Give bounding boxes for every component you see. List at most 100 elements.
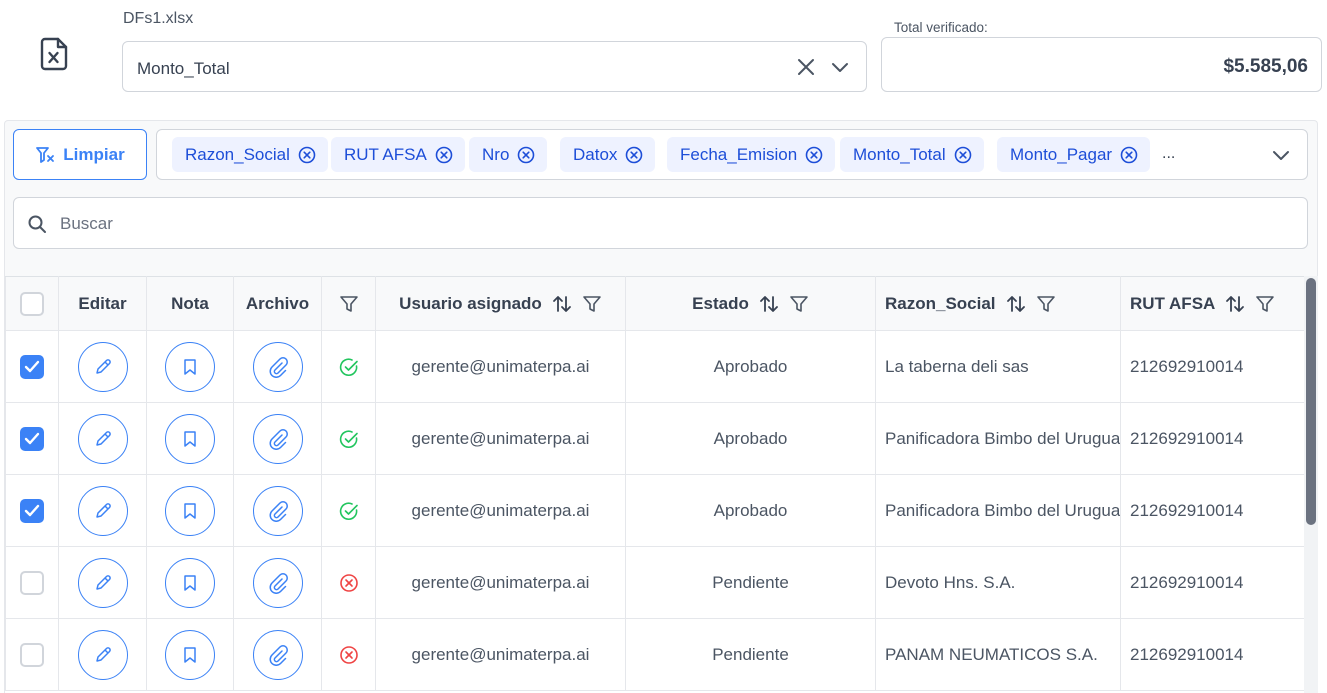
note-button[interactable] [165, 629, 215, 680]
column-chip[interactable]: Monto_Total [840, 137, 984, 172]
table-scrollbar-thumb[interactable] [1306, 278, 1316, 525]
row-select-cell [5, 474, 59, 547]
remove-chip-icon[interactable] [625, 146, 643, 164]
sort-icon[interactable] [759, 294, 779, 314]
filter-icon[interactable] [582, 294, 602, 314]
pencil-icon [93, 429, 113, 449]
header-rut-afsa[interactable]: RUT AFSA [1120, 276, 1304, 331]
remove-chip-icon[interactable] [954, 146, 972, 164]
table-row[interactable]: gerente@unimaterpa.ai Aprobado Panificador… [5, 402, 1304, 475]
search-box[interactable] [13, 197, 1308, 249]
column-chip[interactable]: Datox [560, 137, 656, 172]
filter-icon[interactable] [789, 294, 809, 314]
remove-chip-icon[interactable] [298, 146, 316, 164]
note-button[interactable] [165, 485, 215, 536]
filter-icon[interactable] [1255, 294, 1275, 314]
filter-icon[interactable] [1036, 294, 1056, 314]
file-cell [233, 330, 322, 403]
chevron-down-icon[interactable] [1272, 146, 1290, 164]
user-cell: gerente@unimaterpa.ai [375, 474, 626, 547]
status-cell: Aprobado [625, 402, 876, 475]
remove-chip-icon[interactable] [435, 146, 453, 164]
chevron-down-icon[interactable] [831, 58, 849, 76]
row-checkbox[interactable] [20, 354, 44, 379]
attach-button[interactable] [252, 557, 303, 608]
attach-button[interactable] [252, 341, 303, 392]
rut-cell: 212692910014 [1120, 330, 1304, 403]
bookmark-icon [181, 357, 199, 377]
filter-icon[interactable] [339, 294, 359, 314]
header-razon-label: Razon_Social [885, 293, 996, 313]
row-select-cell [5, 330, 59, 403]
header-razon-social[interactable]: Razon_Social [875, 276, 1121, 331]
sort-icon[interactable] [1006, 294, 1026, 314]
verified-cell [321, 330, 376, 403]
table-row[interactable]: gerente@unimaterpa.ai Pendiente Devoto Hns… [5, 546, 1304, 619]
clear-filters-button[interactable]: Limpiar [13, 129, 147, 180]
clear-filters-label: Limpiar [63, 144, 125, 164]
table-row[interactable]: gerente@unimaterpa.ai Pendiente PANAM NEUM… [5, 618, 1304, 691]
edit-button[interactable] [77, 629, 128, 680]
search-input[interactable] [58, 210, 1262, 238]
table-row[interactable]: gerente@unimaterpa.ai Aprobado La taberna … [5, 330, 1304, 403]
status-cell: Pendiente [625, 618, 876, 691]
edit-button[interactable] [77, 413, 128, 464]
column-chip[interactable]: Fecha_Emision [667, 137, 836, 172]
search-icon [28, 215, 46, 233]
attach-button[interactable] [252, 413, 303, 464]
attach-button[interactable] [252, 629, 303, 680]
note-cell [146, 474, 234, 547]
sort-icon[interactable] [552, 294, 572, 314]
column-chip[interactable]: RUT AFSA [331, 137, 465, 172]
header-estado-label: Estado [692, 293, 749, 313]
clear-selection-icon[interactable] [796, 57, 816, 77]
razon-social-cell: Panificadora Bimbo del Uruguay [875, 474, 1121, 547]
bookmark-icon [181, 645, 199, 665]
column-select-value: Monto_Total [137, 59, 230, 78]
x-circle-icon [339, 644, 359, 664]
edit-button[interactable] [77, 557, 128, 608]
header-usuario[interactable]: Usuario asignado [375, 276, 626, 331]
pencil-icon [93, 645, 113, 665]
verified-cell [321, 618, 376, 691]
check-circle-icon [339, 428, 359, 448]
row-checkbox[interactable] [20, 642, 44, 667]
column-chip-label: Monto_Pagar [1010, 144, 1113, 164]
file-cell [233, 618, 322, 691]
total-box: $5.585,06 [881, 37, 1322, 92]
row-checkbox[interactable] [20, 498, 44, 523]
rut-cell: 212692910014 [1120, 402, 1304, 475]
user-cell: gerente@unimaterpa.ai [375, 618, 626, 691]
sort-icon[interactable] [1225, 294, 1245, 314]
razon-social-cell: La taberna deli sas [875, 330, 1121, 403]
excel-file-icon [40, 37, 68, 71]
table-row[interactable]: gerente@unimaterpa.ai Aprobado Panificador… [5, 474, 1304, 547]
remove-chip-icon[interactable] [805, 146, 823, 164]
remove-chip-icon[interactable] [517, 146, 535, 164]
note-button[interactable] [165, 557, 215, 608]
total-amount: $5.585,06 [1223, 56, 1308, 77]
verified-cell [321, 402, 376, 475]
attach-button[interactable] [252, 485, 303, 536]
row-checkbox[interactable] [20, 426, 44, 451]
edit-cell [58, 402, 147, 475]
rut-cell: 212692910014 [1120, 474, 1304, 547]
column-multiselect[interactable]: Razon_Social RUT AFSA Nro Datox Fecha_Emisio… [156, 129, 1308, 180]
edit-button[interactable] [77, 341, 128, 392]
column-chip[interactable]: Monto_Pagar [997, 137, 1151, 172]
razon-social-cell: PANAM NEUMATICOS S.A. [875, 618, 1121, 691]
remove-chip-icon[interactable] [1120, 146, 1138, 164]
note-button[interactable] [165, 341, 215, 392]
select-all-checkbox[interactable] [20, 291, 44, 316]
row-select-cell [5, 618, 59, 691]
header-nota: Nota [146, 276, 234, 331]
header-editar: Editar [58, 276, 147, 331]
paperclip-icon [267, 500, 289, 522]
column-chip[interactable]: Nro [469, 137, 548, 172]
edit-button[interactable] [77, 485, 128, 536]
column-chip[interactable]: Razon_Social [172, 137, 328, 172]
header-estado[interactable]: Estado [625, 276, 876, 331]
column-select[interactable]: Monto_Total [122, 41, 867, 92]
note-button[interactable] [165, 413, 215, 464]
row-checkbox[interactable] [20, 570, 44, 595]
